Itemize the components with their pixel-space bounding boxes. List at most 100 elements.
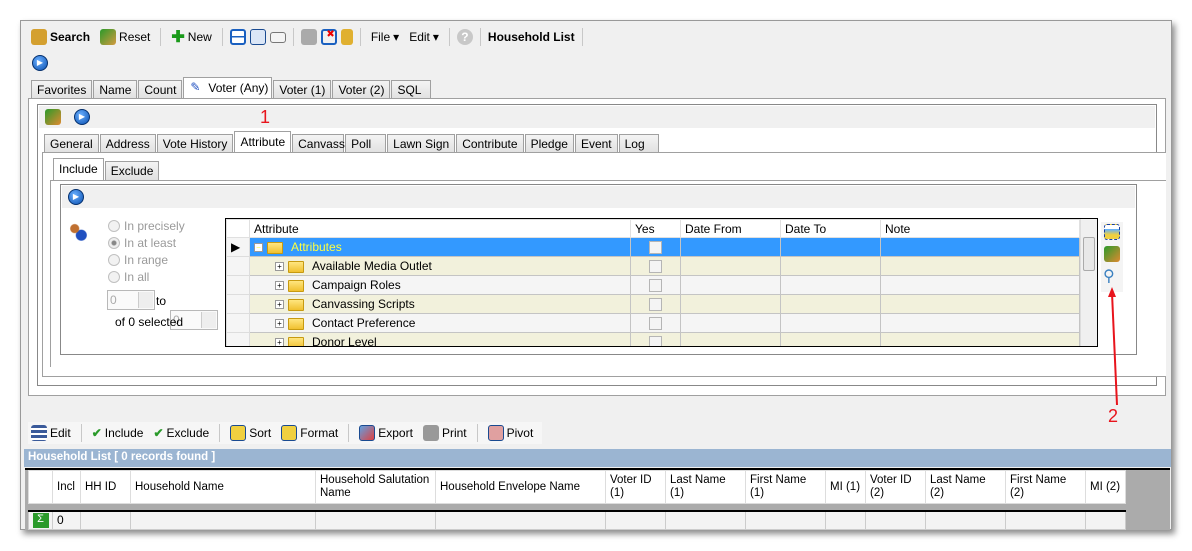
tab-sql[interactable]: SQL: [391, 80, 432, 99]
file-menu[interactable]: File ▾: [368, 30, 402, 44]
pivot-button[interactable]: Pivot: [485, 425, 537, 441]
tab-log[interactable]: Log: [618, 134, 659, 153]
new-button[interactable]: ✚ New: [168, 27, 214, 47]
tab-voter-1[interactable]: Voter (1): [273, 80, 332, 99]
brush-icon: [100, 29, 117, 45]
radio-in-all[interactable]: In all: [108, 268, 185, 285]
tab-lawn-sign[interactable]: Lawn Sign: [387, 134, 456, 153]
main-toolbar: Search Reset ✚ New ✖ File ▾ Edit ▾ ? Hous…: [28, 26, 586, 48]
table-icon: [230, 425, 247, 441]
tab-favorites[interactable]: Favorites: [31, 80, 93, 99]
annotation-arrow: [1108, 287, 1118, 406]
window-title: Household List: [487, 30, 575, 44]
sum-icon[interactable]: Σ: [32, 512, 49, 528]
tab-attribute[interactable]: Attribute: [234, 131, 292, 153]
help-icon[interactable]: ?: [456, 29, 473, 45]
exclude-button[interactable]: ✔ Exclude: [150, 426, 212, 440]
col-last-name-2[interactable]: Last Name (2): [925, 470, 1006, 504]
lock-icon[interactable]: [340, 29, 353, 45]
clear-brush-icon[interactable]: [45, 109, 61, 125]
yes-checkbox[interactable]: [649, 240, 662, 254]
table-icon: [487, 425, 504, 441]
col-incl[interactable]: Incl: [52, 470, 81, 504]
scroll-thumb[interactable]: [1083, 237, 1095, 271]
tab-poll[interactable]: Poll: [345, 134, 387, 153]
col-date-to[interactable]: Date To: [780, 219, 881, 238]
radio-in-at-least[interactable]: In at least: [108, 234, 185, 251]
printer-icon: [422, 425, 439, 441]
print-button[interactable]: Print: [420, 425, 470, 441]
col-attribute[interactable]: Attribute: [249, 219, 631, 238]
table-row[interactable]: + Donor Level: [226, 332, 1080, 346]
include-exclude-tabs: Include Exclude: [53, 158, 160, 180]
save-icon[interactable]: [300, 29, 317, 45]
col-voter-id-1[interactable]: Voter ID (1): [605, 470, 666, 504]
col-note[interactable]: Note: [880, 219, 1080, 238]
format-button[interactable]: Format: [278, 425, 341, 441]
folder-open-icon[interactable]: [269, 31, 286, 43]
play-icon[interactable]: ▶: [68, 189, 84, 205]
radio-in-range[interactable]: In range: [108, 251, 185, 268]
col-mi-1[interactable]: MI (1): [825, 470, 866, 504]
clear-brush-icon[interactable]: [1104, 246, 1120, 262]
household-list-header: Household List [ 0 records found ]: [24, 449, 1171, 467]
tab-event[interactable]: Event: [574, 134, 618, 153]
tab-name[interactable]: Name: [93, 80, 138, 99]
tab-canvass[interactable]: Canvass: [292, 134, 345, 153]
tab-vote-history[interactable]: Vote History: [156, 134, 234, 153]
tab-voter-any[interactable]: ✎ Voter (Any): [183, 77, 273, 99]
table-row[interactable]: + Available Media Outlet: [226, 256, 1080, 276]
tab-voter-2[interactable]: Voter (2): [332, 80, 391, 99]
sort-button[interactable]: Sort: [227, 425, 274, 441]
tab-count[interactable]: Count: [138, 80, 183, 99]
export-icon: [359, 425, 376, 441]
radio-in-precisely[interactable]: In precisely: [108, 217, 185, 234]
edit-button[interactable]: Edit: [28, 425, 74, 441]
search-button[interactable]: Search: [28, 29, 93, 45]
col-household-name[interactable]: Household Name: [130, 470, 316, 504]
col-voter-id-2[interactable]: Voter ID (2): [865, 470, 926, 504]
close-window-icon[interactable]: ✖: [320, 29, 337, 45]
play-icon[interactable]: ▶: [32, 55, 48, 71]
col-date-from[interactable]: Date From: [680, 219, 781, 238]
tab-contribute[interactable]: Contribute: [456, 134, 524, 153]
col-yes[interactable]: Yes: [630, 219, 681, 238]
tab-include[interactable]: Include: [53, 158, 104, 180]
checkmark-icon: ✔: [153, 426, 164, 440]
col-household-salutation-name[interactable]: Household Salutation Name: [315, 470, 436, 504]
play-icon[interactable]: ▶: [74, 109, 90, 125]
plus-icon: ✚: [171, 29, 185, 46]
table-row[interactable]: ▶ − Attributes: [226, 237, 1080, 257]
vertical-scrollbar[interactable]: [1080, 219, 1097, 346]
col-household-envelope-name[interactable]: Household Envelope Name: [435, 470, 606, 504]
export-button[interactable]: Export: [356, 425, 416, 441]
split-view-icon[interactable]: [229, 29, 246, 45]
annotation-2: 2: [1108, 406, 1119, 426]
list-toolbar: Edit ✔ Include ✔ Exclude Sort Format Expor…: [28, 422, 543, 444]
tab-pledge[interactable]: Pledge: [524, 134, 574, 153]
col-hh-id[interactable]: HH ID: [80, 470, 131, 504]
col-last-name-1[interactable]: Last Name (1): [665, 470, 746, 504]
table-row[interactable]: + Canvassing Scripts: [226, 294, 1080, 314]
grid-icon: [31, 425, 47, 441]
table-row[interactable]: + Campaign Roles: [226, 275, 1080, 295]
pen-icon: ✎: [190, 80, 201, 94]
col-first-name-2[interactable]: First Name (2): [1005, 470, 1086, 504]
col-first-name-1[interactable]: First Name (1): [745, 470, 826, 504]
edit-menu[interactable]: Edit ▾: [406, 30, 442, 44]
annotation-1: 1: [260, 107, 271, 127]
binoculars-icon: [31, 29, 47, 45]
col-mi-2[interactable]: MI (2): [1085, 470, 1126, 504]
reset-button[interactable]: Reset: [97, 29, 153, 45]
from-spinner[interactable]: 0: [107, 290, 155, 310]
tab-address[interactable]: Address: [99, 134, 156, 153]
tab-general[interactable]: General: [44, 134, 99, 153]
checkmark-icon: ✔: [91, 426, 102, 440]
tab-exclude[interactable]: Exclude: [104, 161, 160, 180]
table-row[interactable]: + Contact Preference: [226, 313, 1080, 333]
calendar-icon[interactable]: [249, 29, 266, 45]
sub-tabs: General Address Vote History Attribute C…: [44, 131, 660, 153]
add-column-icon[interactable]: [1104, 224, 1120, 240]
include-button[interactable]: ✔ Include: [89, 426, 147, 440]
search-magnifier-icon[interactable]: ⚲: [1103, 266, 1115, 286]
